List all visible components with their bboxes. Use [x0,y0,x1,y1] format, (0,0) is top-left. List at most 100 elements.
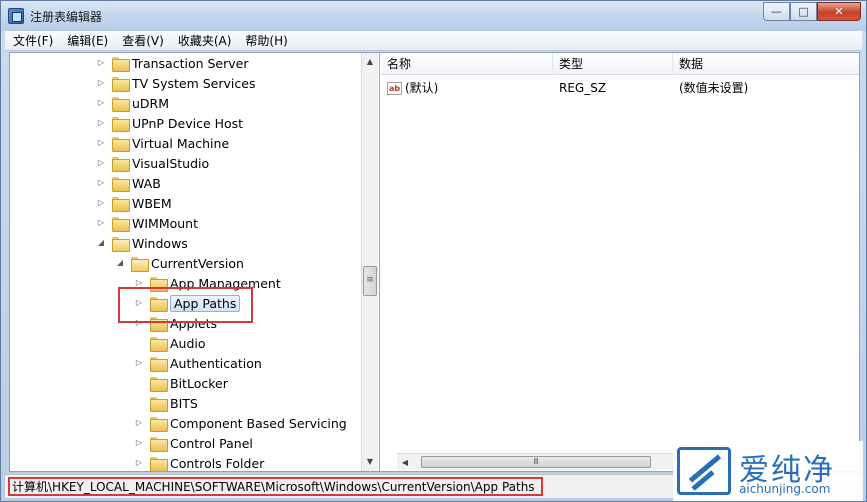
menu-help[interactable]: 帮助(H) [245,32,287,49]
tree-item[interactable]: ▷ Component Based Servicing [134,413,347,433]
tree-item[interactable]: ▷ WBEM [96,193,172,213]
column-header: 名称 类型 数据 [381,53,859,75]
tree-item-label: WIMMount [132,215,199,231]
tree-item-label: VisualStudio [132,155,210,171]
tree-item-label: Virtual Machine [132,135,230,151]
menu-bar: 文件(F) 编辑(E) 查看(V) 收藏夹(A) 帮助(H) [5,31,862,51]
expand-arrow-icon[interactable]: ▷ [96,138,106,148]
tree-item[interactable]: BITS [134,393,198,413]
tree-item[interactable]: ▷ VisualStudio [96,153,209,173]
menu-file[interactable]: 文件(F) [13,32,53,49]
expand-arrow-icon[interactable]: ▷ [134,438,144,448]
value-row[interactable]: ab (默认) REG_SZ (数值未设置) [381,78,859,98]
tree-item-label: BITS [170,395,198,411]
folder-icon [150,396,168,412]
tree-item[interactable]: ▷ Control Panel [134,433,253,453]
regedit-app-icon [8,8,24,24]
column-data-header[interactable]: 数据 [673,53,859,75]
value-name-cell: ab (默认) [387,78,438,98]
tree-item-label: App Paths [170,294,241,312]
tree-item[interactable]: ▷ WIMMount [96,213,198,233]
registry-editor-window: 注册表编辑器 — □ ✕ 文件(F) 编辑(E) 查看(V) 收藏夹(A) 帮助… [0,0,867,502]
tree-item-label: TV System Services [132,75,256,91]
value-data: (数值未设置) [679,81,749,95]
folder-icon [112,136,130,152]
menu-favorites[interactable]: 收藏夹(A) [178,32,232,49]
window-controls: — □ ✕ [763,2,861,21]
tree-item-label: UPnP Device Host [132,115,244,131]
expand-arrow-icon[interactable]: ▷ [96,118,106,128]
tree-item[interactable]: ▷ Controls Folder [134,453,264,471]
expand-arrow-icon[interactable]: ▷ [96,218,106,228]
folder-icon [112,196,130,212]
expand-arrow-icon[interactable]: ▷ [96,198,106,208]
tree-item-app-paths-selected[interactable]: ▷ App Paths [134,293,241,313]
tree-item[interactable]: ▷ Virtual Machine [96,133,229,153]
tree-item[interactable]: BitLocker [134,373,228,393]
tree-item[interactable]: ▷ Authentication [134,353,262,373]
expand-arrow-icon [134,338,144,348]
folder-icon [150,376,168,392]
menu-edit[interactable]: 编辑(E) [67,32,108,49]
scroll-thumb[interactable]: ≡ [363,266,377,296]
column-name-header[interactable]: 名称 [381,53,553,75]
expand-arrow-icon[interactable]: ▷ [96,78,106,88]
tree-item[interactable]: Audio [134,333,206,353]
expand-arrow-icon[interactable]: ▷ [96,158,106,168]
column-type-header[interactable]: 类型 [553,53,673,75]
horizontal-scroll-thumb[interactable]: Ⅲ [421,456,651,468]
folder-icon [150,436,168,452]
tree-item[interactable]: ▷ uDRM [96,93,169,113]
expand-arrow-icon[interactable]: ▷ [134,458,144,468]
tree-item-label: Authentication [170,355,262,371]
scroll-left-arrow-icon[interactable]: ◀ [397,454,413,471]
folder-icon [150,316,168,332]
tree-vertical-scrollbar[interactable]: ▲ ≡ ▼ [361,53,378,471]
expand-arrow-icon [134,378,144,388]
folder-icon [150,356,168,372]
expand-arrow-icon[interactable]: ▷ [96,98,106,108]
tree-item[interactable]: ▷ UPnP Device Host [96,113,243,133]
watermark: 爱纯净 aichunjing.com [673,441,863,501]
maximize-button[interactable]: □ [790,2,817,21]
tree-item-currentversion[interactable]: ◢ CurrentVersion [115,253,244,273]
values-horizontal-scrollbar[interactable]: ◀ Ⅲ [397,453,677,470]
folder-icon [112,216,130,232]
tree-item[interactable]: ▷ Transaction Server [96,53,248,73]
scroll-up-arrow-icon[interactable]: ▲ [362,53,378,70]
collapse-arrow-icon[interactable]: ◢ [115,258,125,268]
tree-item-label: App Management [170,275,281,291]
folder-icon [112,76,130,92]
tree-item-label: Windows [132,235,188,251]
folder-icon [150,296,168,312]
folder-icon [150,336,168,352]
expand-arrow-icon[interactable]: ▷ [134,358,144,368]
scroll-down-arrow-icon[interactable]: ▼ [362,453,378,470]
folder-icon [150,456,168,471]
tree-item-label: uDRM [132,95,170,111]
client-area: ▷ Transaction Server ▷ TV System Service… [9,52,860,472]
expand-arrow-icon[interactable]: ▷ [134,278,144,288]
expand-arrow-icon[interactable]: ▷ [96,58,106,68]
minimize-button[interactable]: — [763,2,790,21]
expand-arrow-icon[interactable]: ▷ [96,178,106,188]
registry-tree[interactable]: ▷ Transaction Server ▷ TV System Service… [10,53,380,471]
close-button[interactable]: ✕ [817,2,861,21]
title-bar[interactable]: 注册表编辑器 — □ ✕ [1,1,866,31]
open-folder-icon [131,256,149,272]
tree-item[interactable]: ▷ Applets [134,313,217,333]
collapse-arrow-icon[interactable]: ◢ [96,238,106,248]
string-value-icon: ab [387,82,402,95]
expand-arrow-icon[interactable]: ▷ [134,418,144,428]
watermark-domain: aichunjing.com [739,482,831,496]
tree-item-windows[interactable]: ◢ Windows [96,233,188,253]
tree-item[interactable]: ▷ App Management [134,273,281,293]
tree-item-label: Applets [170,315,217,331]
folder-icon [112,96,130,112]
menu-view[interactable]: 查看(V) [122,32,164,49]
tree-item[interactable]: ▷ WAB [96,173,161,193]
values-list[interactable]: 名称 类型 数据 ab (默认) REG_SZ (数值未设置) ◀ Ⅲ [381,53,859,471]
expand-arrow-icon[interactable]: ▷ [134,298,144,308]
tree-item[interactable]: ▷ TV System Services [96,73,255,93]
expand-arrow-icon[interactable]: ▷ [134,318,144,328]
